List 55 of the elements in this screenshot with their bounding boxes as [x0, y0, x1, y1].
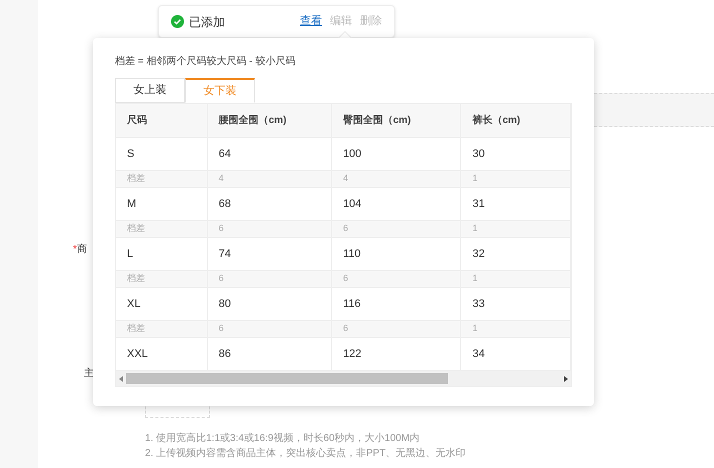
- action-link[interactable]: 编辑: [330, 13, 352, 30]
- table-cell-text: 34: [472, 346, 485, 362]
- table-cell-text: 86: [218, 346, 231, 362]
- table-cell-text: 110: [343, 246, 361, 262]
- required-mark: *: [73, 244, 77, 255]
- table-cell-text: 33: [472, 296, 485, 312]
- status-text: 已添加: [189, 14, 225, 30]
- action-link[interactable]: 删除: [360, 13, 382, 30]
- instruction-text: 2. 上传视频内容需含商品主体，突出核心卖点，非PPT、无黑边、无水印: [145, 447, 467, 460]
- table-cell-text: 档差: [127, 222, 145, 236]
- scrollbar-thumb[interactable]: [126, 373, 448, 384]
- note-text: 档差 = 相邻两个尺码较大尺码 - 较小尺码: [115, 55, 296, 69]
- horizontal-scrollbar[interactable]: [116, 371, 571, 386]
- table-cell-text: 100: [343, 146, 362, 162]
- table-cell-text: M: [127, 196, 136, 212]
- action-link[interactable]: 查看: [300, 13, 322, 30]
- table-cell-text: 6: [218, 222, 224, 236]
- table-cell-text: S: [127, 146, 134, 162]
- table-cell-text: 1: [472, 322, 478, 336]
- tab[interactable]: 女上装: [115, 78, 185, 103]
- field-label: 商: [76, 244, 87, 255]
- table-cell-text: 6: [218, 272, 224, 286]
- table-cell-text: XXL: [127, 346, 148, 362]
- table-cell-text: 1: [472, 272, 478, 286]
- table-cell-text: 4: [218, 172, 224, 186]
- column-header: 尺码: [127, 114, 147, 128]
- table-cell-text: 1: [472, 222, 478, 236]
- table-cell-text: 档差: [127, 322, 145, 336]
- table-cell-text: 68: [218, 196, 231, 212]
- table-cell-text: 6: [343, 322, 348, 336]
- table-cell-text: 122: [343, 346, 362, 362]
- table-cell-text: 档差: [127, 272, 145, 286]
- table-cell-text: 116: [343, 296, 361, 312]
- table-cell-text: 74: [218, 246, 231, 262]
- table-cell-text: 80: [218, 296, 231, 312]
- table-cell-text: 4: [343, 172, 348, 186]
- table-cell-text: 30: [472, 146, 485, 162]
- table-cell-text: L: [127, 246, 134, 262]
- table-cell-text: 64: [218, 146, 231, 162]
- table-cell-text: 31: [472, 196, 485, 212]
- table-cell-text: 32: [472, 246, 485, 262]
- scroll-right-icon[interactable]: [564, 376, 568, 382]
- table-cell-text: 6: [343, 222, 348, 236]
- column-header: 臀围全围（cm): [343, 114, 411, 128]
- check-circle-icon: [171, 15, 184, 28]
- column-header: 腰围全围（cm): [218, 114, 286, 128]
- table-cell-text: XL: [127, 296, 140, 312]
- instruction-text: 1. 使用宽高比1:1或3:4或16:9视频，时长60秒内，大小100M内: [145, 432, 421, 445]
- table-cell-text: 1: [472, 172, 478, 186]
- table-cell-text: 档差: [127, 172, 145, 186]
- table-cell-text: 104: [343, 196, 362, 212]
- table-cell-text: 6: [218, 322, 224, 336]
- table-cell-text: 6: [343, 272, 348, 286]
- field-label: 主: [84, 368, 94, 379]
- column-header: 裤长（cm): [472, 113, 520, 128]
